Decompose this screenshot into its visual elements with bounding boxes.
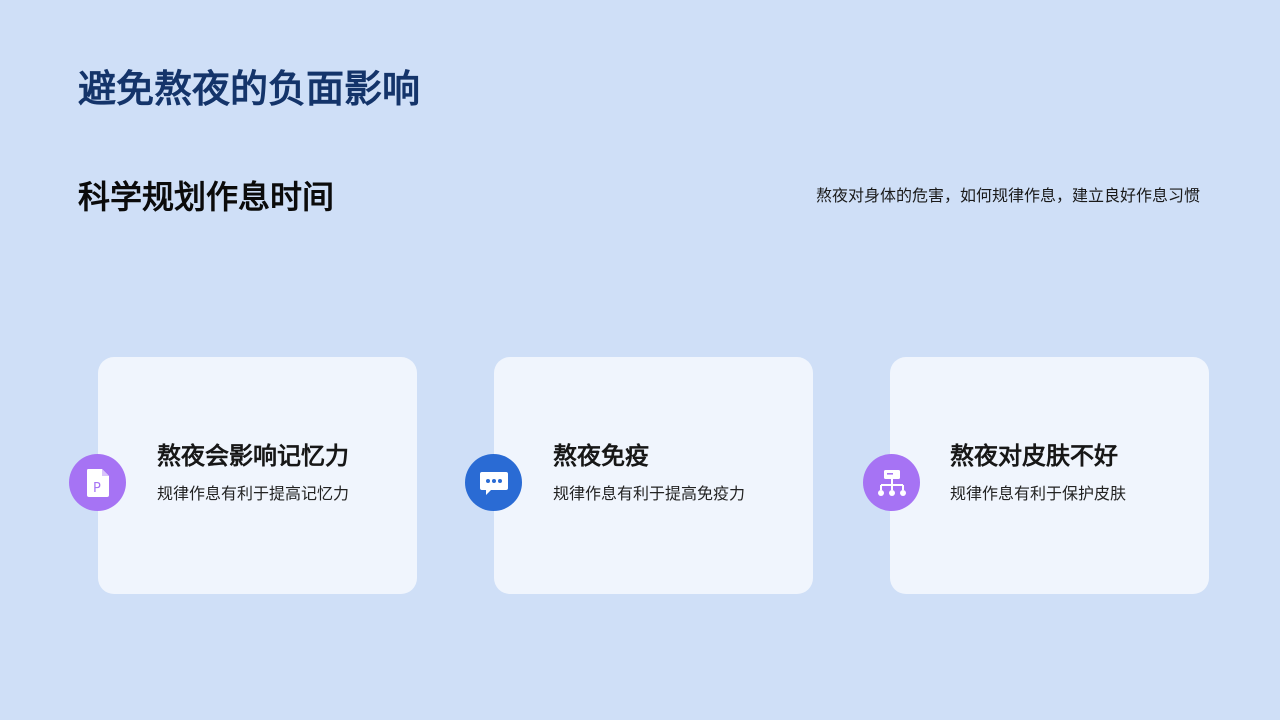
slide-subtitle: 科学规划作息时间 [78, 178, 335, 216]
card-skin-text: 规律作息有利于保护皮肤 [950, 484, 1127, 503]
document-p-letter: P [93, 481, 101, 496]
slide-summary: 熬夜对身体的危害，如何规律作息，建立良好作息习惯 [815, 186, 1200, 205]
card-skin-heading: 熬夜对皮肤不好 [950, 442, 1118, 470]
card-memory [98, 357, 417, 594]
card-skin [890, 357, 1209, 594]
org-chart-icon [877, 469, 906, 496]
document-p-icon: P [86, 468, 109, 497]
card-immunity-heading: 熬夜免疫 [553, 442, 649, 470]
card-immunity-badge [465, 454, 522, 511]
card-memory-text: 规律作息有利于提高记忆力 [157, 484, 350, 503]
card-skin-badge [863, 454, 920, 511]
slide-title: 避免熬夜的负面影响 [78, 67, 421, 111]
card-memory-badge: P [69, 454, 126, 511]
card-immunity [494, 357, 813, 594]
chat-bubble-icon [479, 471, 508, 495]
card-immunity-text: 规律作息有利于提高免疫力 [553, 484, 746, 503]
card-memory-heading: 熬夜会影响记忆力 [157, 442, 349, 470]
